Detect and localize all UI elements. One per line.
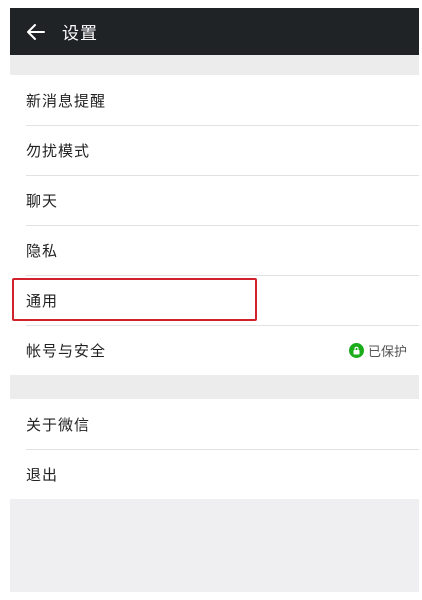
settings-item-privacy[interactable]: 隐私 (10, 225, 419, 275)
back-button[interactable] (10, 8, 62, 55)
settings-screen: 设置 新消息提醒 勿扰模式 聊天 隐私 通用 帐号与安全 已保护 关于微信 退出 (10, 8, 419, 592)
settings-item-label: 聊天 (26, 191, 59, 210)
settings-item-label: 隐私 (26, 241, 59, 260)
security-status: 已保护 (348, 325, 407, 375)
settings-item-label: 通用 (26, 291, 59, 310)
settings-item-chat[interactable]: 聊天 (10, 175, 419, 225)
settings-item-label: 关于微信 (26, 415, 91, 434)
settings-group-main: 新消息提醒 勿扰模式 聊天 隐私 通用 帐号与安全 已保护 (10, 75, 419, 375)
page-title: 设置 (62, 24, 98, 44)
settings-item-label: 退出 (26, 465, 59, 484)
title-bar: 设置 (10, 8, 419, 55)
section-spacer (10, 55, 419, 75)
settings-item-label: 勿扰模式 (26, 141, 91, 160)
settings-item-label: 帐号与安全 (26, 341, 107, 360)
settings-item-notifications[interactable]: 新消息提醒 (10, 75, 419, 125)
settings-item-about[interactable]: 关于微信 (10, 399, 419, 449)
security-status-text: 已保护 (367, 344, 407, 360)
settings-item-general[interactable]: 通用 (10, 275, 419, 325)
settings-item-account-security[interactable]: 帐号与安全 已保护 (10, 325, 419, 375)
lock-icon (348, 342, 364, 358)
settings-item-label: 新消息提醒 (26, 91, 107, 110)
section-spacer (10, 375, 419, 399)
empty-background (10, 499, 419, 592)
settings-item-logout[interactable]: 退出 (10, 449, 419, 499)
settings-group-secondary: 关于微信 退出 (10, 399, 419, 499)
settings-item-do-not-disturb[interactable]: 勿扰模式 (10, 125, 419, 175)
back-arrow-icon (27, 23, 45, 40)
